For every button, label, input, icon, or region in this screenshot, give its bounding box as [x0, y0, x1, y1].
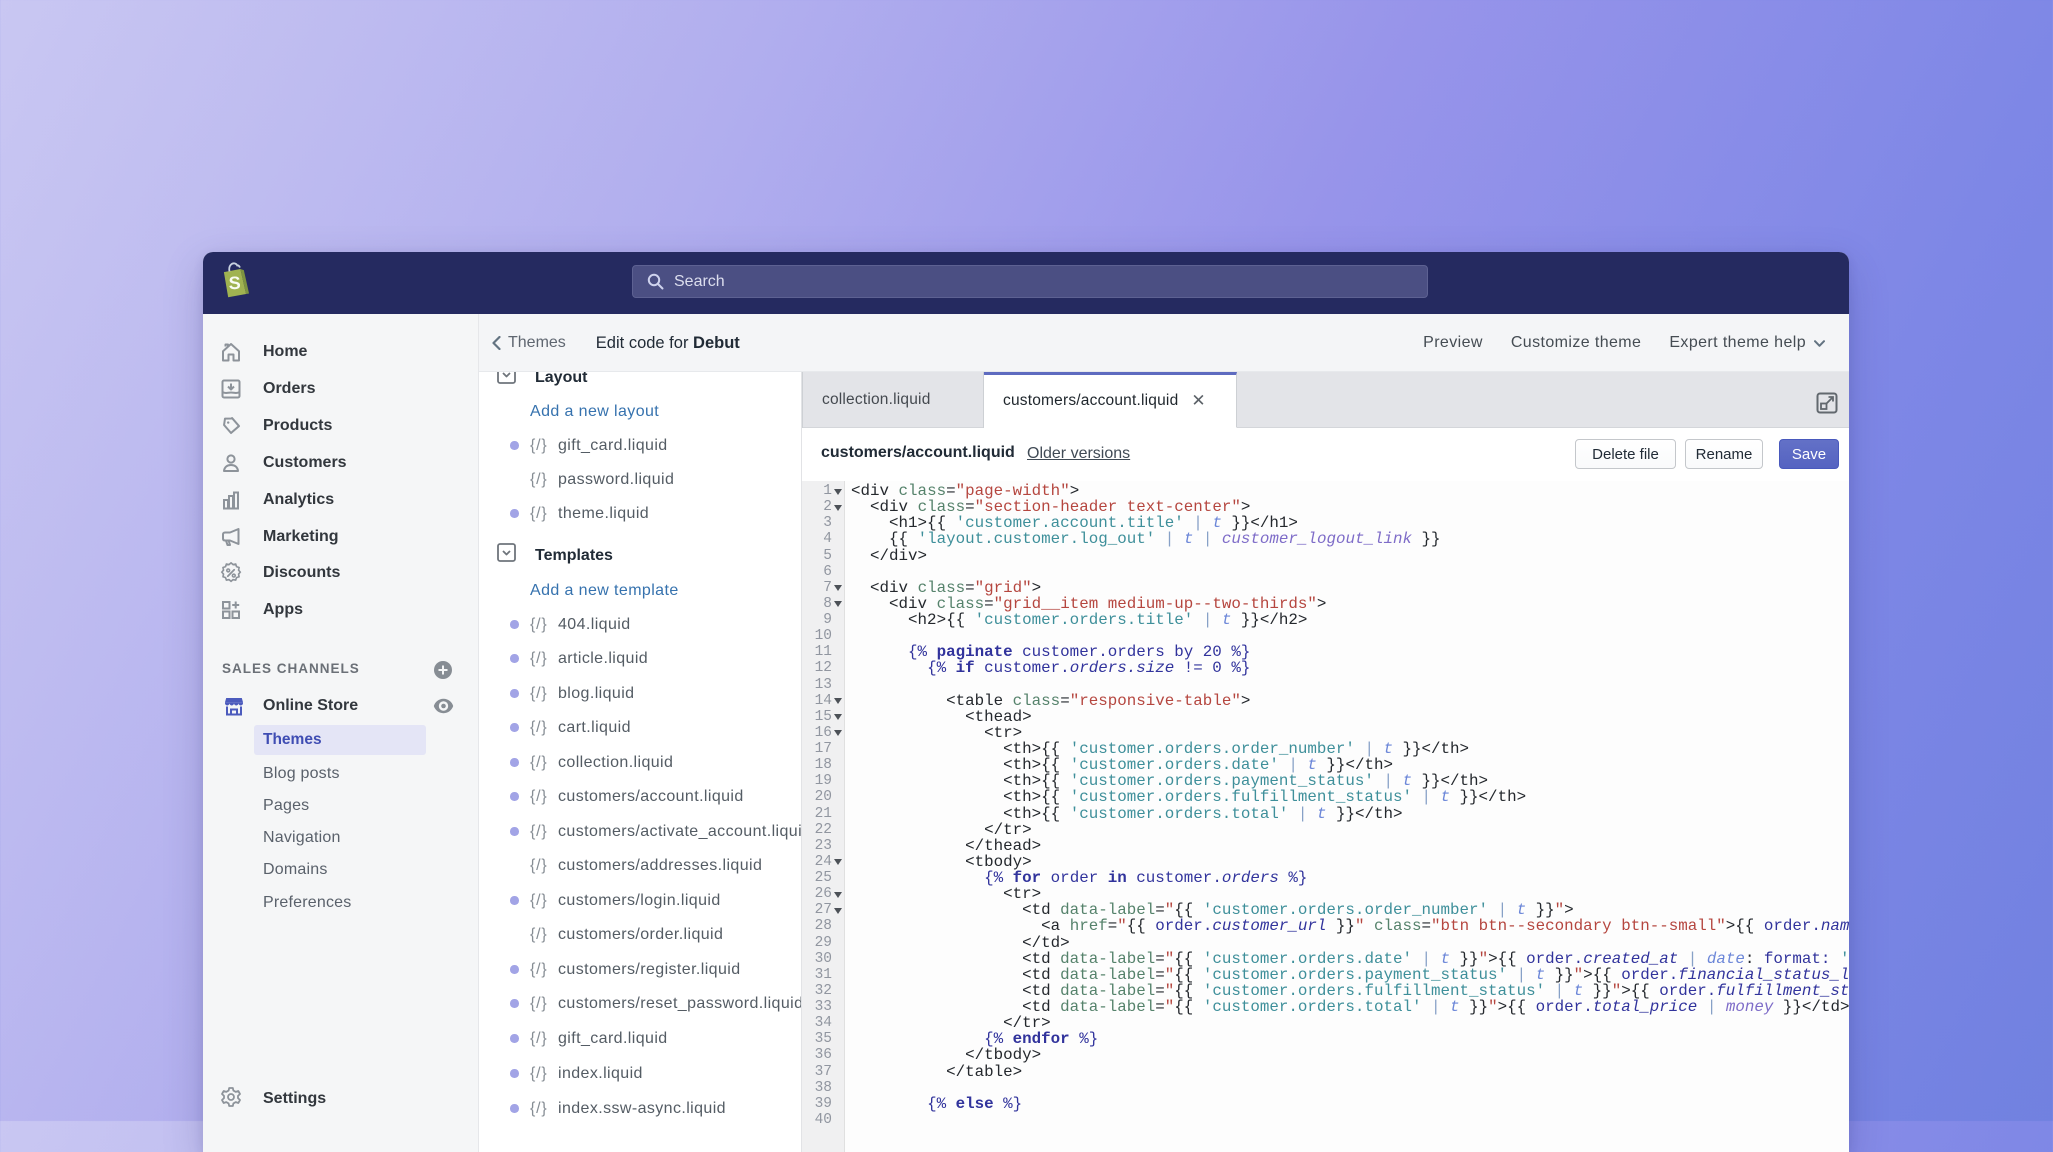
svg-text:S: S [228, 273, 241, 293]
